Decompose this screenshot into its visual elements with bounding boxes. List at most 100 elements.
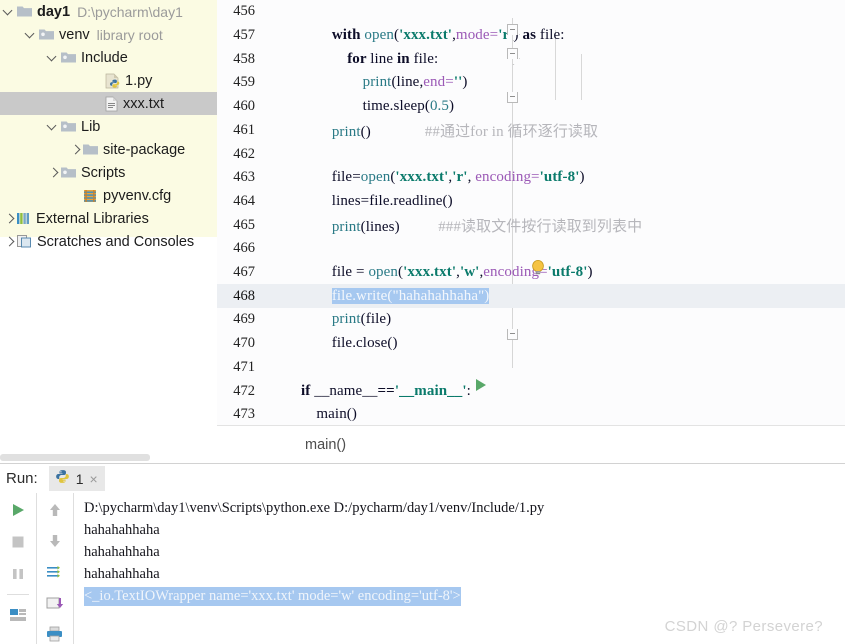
sidebar-horizontal-scrollbar[interactable] [0, 454, 150, 461]
line-code[interactable]: for line in file: [301, 51, 845, 68]
arrow-down-icon[interactable] [43, 529, 67, 552]
selected-code-text[interactable]: file.write("hahahahhaha") [331, 287, 490, 304]
console-line[interactable]: hahahahhaha [74, 541, 845, 563]
code-line-466[interactable]: 466 [217, 237, 845, 261]
run-tab-1[interactable]: 1 × [48, 466, 105, 491]
arrow-up-icon[interactable] [43, 498, 67, 521]
console-line[interactable]: <_io.TextIOWrapper name='xxx.txt' mode='… [74, 585, 845, 607]
line-gutter[interactable] [261, 47, 301, 71]
line-gutter[interactable] [261, 379, 301, 403]
tree-item-day1[interactable]: day1 D:\pycharm\day1 [0, 0, 217, 23]
line-code[interactable]: file = open('xxx.txt','w',encoding='utf-… [301, 264, 845, 281]
fold-marker-open[interactable] [507, 24, 518, 35]
chevron-down-icon[interactable] [46, 120, 60, 134]
line-gutter[interactable] [261, 119, 301, 143]
tree-item-venv[interactable]: venv library root [0, 23, 217, 46]
code-editor[interactable]: 456 457 with open('xxx.txt',mode='r') as … [217, 0, 845, 425]
line-code[interactable]: print(file) [301, 311, 845, 328]
code-line-461[interactable]: 461 print() ##通过for in 循环逐行读取 [217, 119, 845, 143]
tree-item-pyvenv-cfg[interactable]: pyvenv.cfg [0, 184, 217, 207]
line-gutter[interactable] [261, 308, 301, 332]
code-line-468[interactable]: 468 file.write("hahahahhaha") [217, 284, 845, 309]
line-gutter[interactable] [261, 166, 301, 190]
chevron-down-icon[interactable] [24, 28, 38, 42]
tree-item-external-libraries[interactable]: External Libraries [0, 207, 217, 230]
line-code[interactable]: time.sleep(0.5) [301, 98, 845, 115]
code-line-460[interactable]: 460 time.sleep(0.5) [217, 95, 845, 119]
chevron-right-icon[interactable] [68, 143, 82, 157]
chevron-right-icon[interactable] [46, 166, 60, 180]
code-line-470[interactable]: 470 file.close() [217, 332, 845, 356]
line-code[interactable]: print(line,end='') [301, 74, 845, 91]
line-gutter[interactable] [261, 403, 301, 425]
breadcrumb-item-main[interactable]: main() [305, 437, 346, 453]
line-gutter[interactable] [261, 356, 301, 380]
code-line-471[interactable]: 471 [217, 356, 845, 380]
rerun-button[interactable] [6, 498, 30, 522]
fold-marker-close[interactable] [507, 92, 518, 103]
tree-item-1-py[interactable]: 1.py [0, 69, 217, 92]
console-line[interactable]: D:\pycharm\day1\venv\Scripts\python.exe … [74, 497, 845, 519]
chevron-down-icon[interactable] [46, 51, 60, 65]
line-gutter[interactable] [261, 332, 301, 356]
run-toolbar-right[interactable] [36, 493, 72, 644]
tree-item-scripts[interactable]: Scripts [0, 161, 217, 184]
pause-button[interactable] [6, 562, 30, 586]
code-line-473[interactable]: 473 main() [217, 403, 845, 425]
project-sidebar[interactable]: day1 D:\pycharm\day1 venv library root Inclu… [0, 0, 217, 463]
run-gutter-arrow-icon[interactable] [476, 379, 486, 391]
console-output[interactable]: D:\pycharm\day1\venv\Scripts\python.exe … [73, 493, 845, 644]
line-gutter[interactable] [261, 284, 301, 308]
code-line-458[interactable]: 458 for line in file: [217, 47, 845, 71]
layout-button[interactable] [6, 603, 30, 627]
line-gutter[interactable] [261, 261, 301, 285]
code-line-469[interactable]: 469 print(file) [217, 308, 845, 332]
fold-marker-close[interactable] [507, 329, 518, 340]
line-code[interactable]: main() [301, 406, 845, 423]
chevron-down-icon[interactable] [2, 5, 16, 19]
tree-item-include[interactable]: Include [0, 46, 217, 69]
line-code[interactable]: with open('xxx.txt',mode='r') as file: [301, 27, 845, 44]
chevron-right-icon[interactable] [2, 235, 16, 249]
line-code[interactable]: print(lines) ###读取文件按行读取到列表中 [301, 215, 845, 236]
line-gutter[interactable] [261, 237, 301, 261]
line-gutter[interactable] [261, 142, 301, 166]
line-gutter[interactable] [261, 95, 301, 119]
line-code[interactable]: file.write("hahahahhaha") [301, 287, 845, 305]
code-line-465[interactable]: 465 print(lines) ###读取文件按行读取到列表中 [217, 213, 845, 237]
close-icon[interactable]: × [89, 471, 97, 487]
code-token: (lines) [360, 218, 400, 235]
line-code[interactable]: if __name__=='__main__': [301, 383, 845, 400]
line-code[interactable]: lines=file.readline() [301, 193, 845, 210]
line-code[interactable]: print() ##通过for in 循环逐行读取 [301, 120, 845, 141]
tree-item-lib[interactable]: Lib [0, 115, 217, 138]
tree-item-xxx-txt[interactable]: xxx.txt [0, 92, 217, 115]
code-line-472[interactable]: 472 if __name__=='__main__': [217, 379, 845, 403]
tree-item-scratches-and-consoles[interactable]: Scratches and Consoles [0, 230, 217, 253]
line-code[interactable]: file=open('xxx.txt','r', encoding='utf-8… [301, 169, 845, 186]
console-line[interactable]: hahahahhaha [74, 519, 845, 541]
print-icon[interactable] [43, 622, 67, 644]
code-line-464[interactable]: 464 lines=file.readline() [217, 190, 845, 214]
code-line-459[interactable]: 459 print(line,end='') [217, 71, 845, 95]
line-code[interactable]: file.close() [301, 335, 845, 352]
code-line-462[interactable]: 462 [217, 142, 845, 166]
code-line-457[interactable]: 457 with open('xxx.txt',mode='r') as fil… [217, 24, 845, 48]
code-line-463[interactable]: 463 file=open('xxx.txt','r', encoding='u… [217, 166, 845, 190]
soft-wrap-icon[interactable] [43, 560, 67, 583]
fold-marker-open[interactable] [507, 48, 518, 59]
chevron-right-icon[interactable] [2, 212, 16, 226]
console-line[interactable]: hahahahhaha [74, 563, 845, 585]
intention-bulb-icon[interactable] [531, 260, 545, 276]
run-toolbar-left[interactable] [0, 493, 36, 644]
line-gutter[interactable] [261, 190, 301, 214]
tree-item-site-package[interactable]: site-package [0, 138, 217, 161]
code-line-456[interactable]: 456 [217, 0, 845, 24]
breadcrumb-bar[interactable]: main() [217, 425, 845, 463]
line-gutter[interactable] [261, 0, 301, 24]
line-gutter[interactable] [261, 213, 301, 237]
line-gutter[interactable] [261, 71, 301, 95]
export-icon[interactable] [43, 591, 67, 614]
stop-button[interactable] [6, 530, 30, 554]
line-gutter[interactable] [261, 24, 301, 48]
